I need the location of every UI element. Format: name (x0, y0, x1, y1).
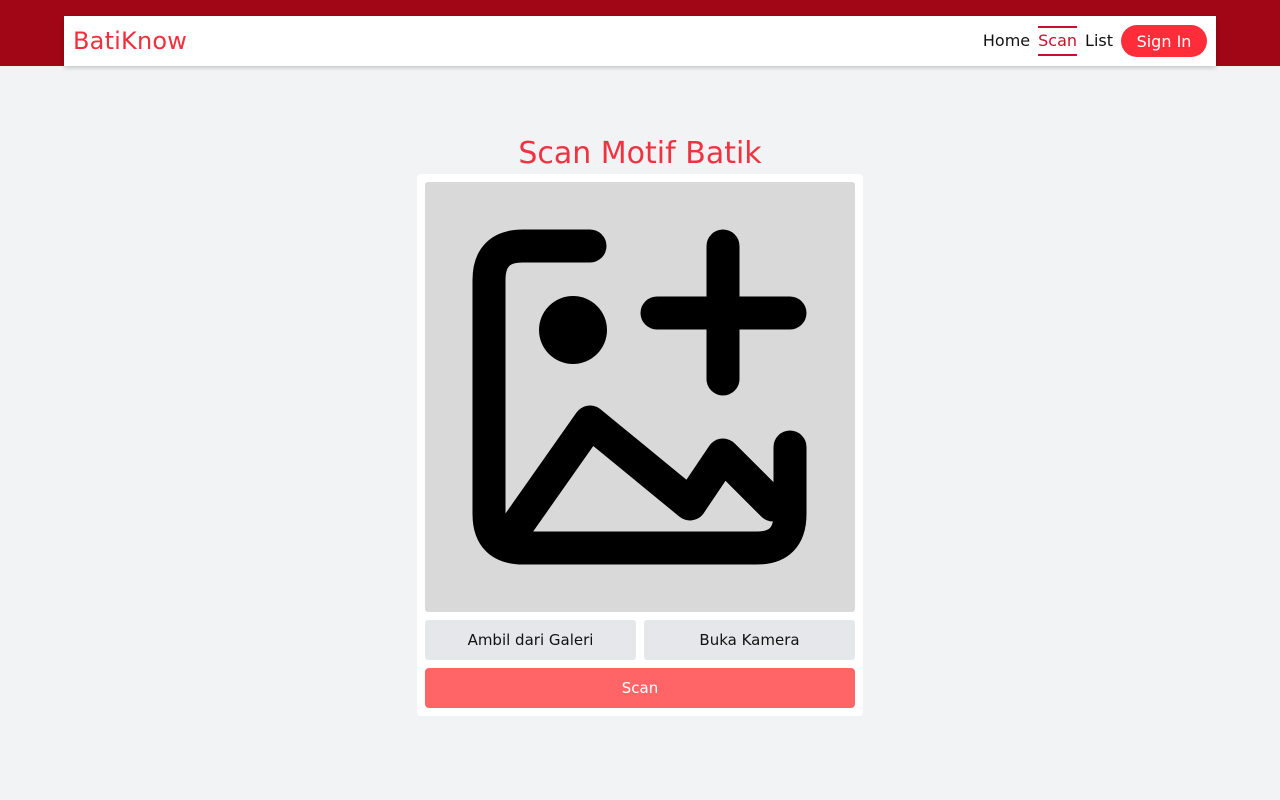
image-add-icon (472, 229, 807, 565)
image-preview[interactable] (425, 182, 855, 612)
page-title: Scan Motif Batik (518, 136, 762, 171)
brand-logo[interactable]: BatiKnow (73, 27, 187, 55)
nav-scan-link[interactable]: Scan (1038, 26, 1078, 56)
gallery-button[interactable]: Ambil dari Galeri (425, 620, 636, 660)
scan-card: Ambil dari Galeri Buka Kamera Scan (417, 174, 863, 716)
camera-button[interactable]: Buka Kamera (644, 620, 855, 660)
navbar: BatiKnow Home Scan List Sign In (64, 16, 1216, 66)
sign-in-button[interactable]: Sign In (1121, 25, 1207, 57)
nav-list-link[interactable]: List (1085, 26, 1113, 56)
nav-links: Home Scan List Sign In (975, 25, 1207, 57)
nav-home-link[interactable]: Home (983, 26, 1030, 56)
scan-button[interactable]: Scan (425, 668, 855, 708)
